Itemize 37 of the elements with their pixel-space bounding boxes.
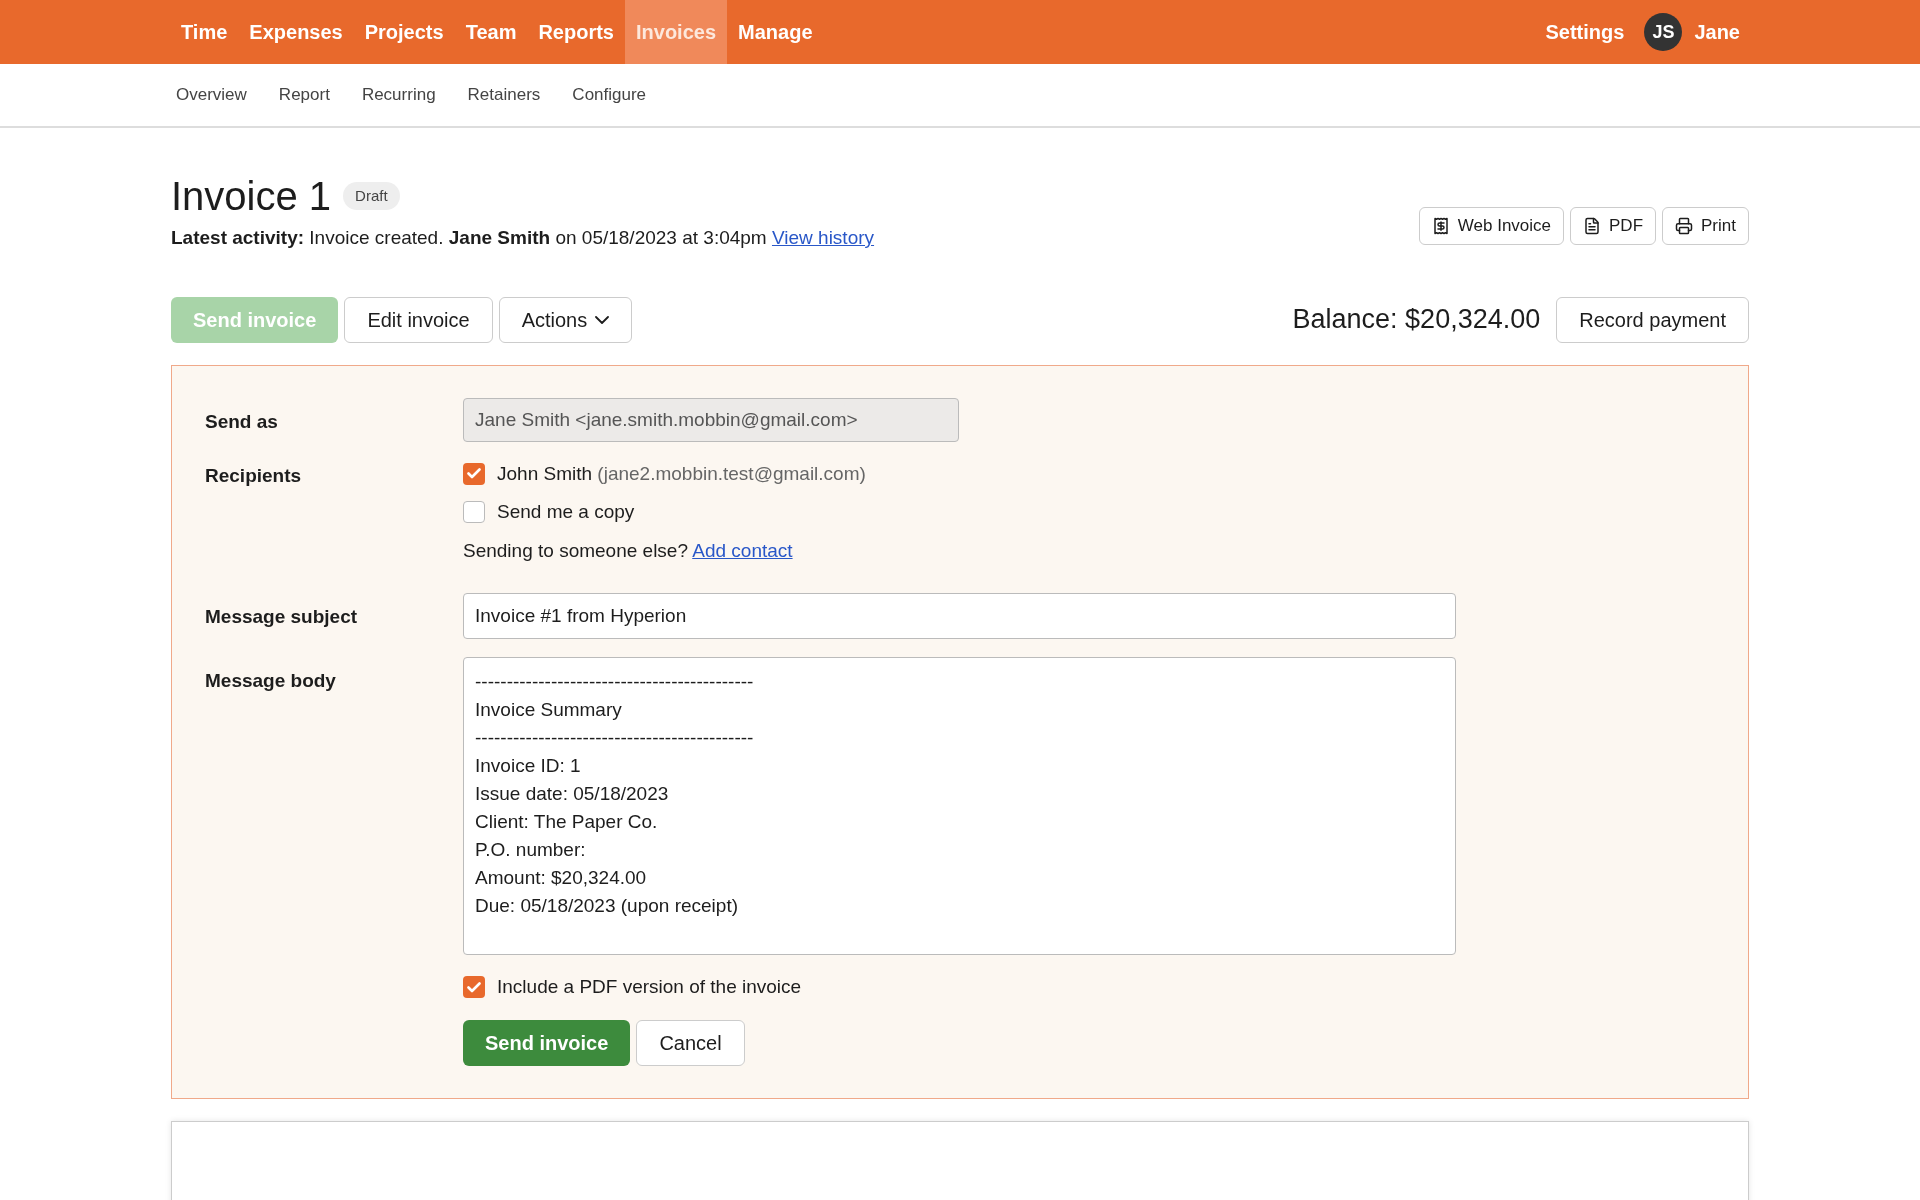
recipient-label: John Smith (jane2.mobbin.test@gmail.com) [497, 461, 866, 486]
subnav-link[interactable]: Overview [176, 82, 247, 108]
subnav-link[interactable]: Report [278, 82, 330, 108]
latest-activity-text: Latest activity: Invoice created. Jane Smith on 05/18/2023 at 3:04pm View history [171, 226, 875, 250]
include-pdf-label: Include a PDF version of the invoice [497, 975, 802, 999]
edit-invoice-button[interactable]: Edit invoice [344, 296, 493, 343]
record-payment-button[interactable]: Record payment [1556, 296, 1749, 343]
balance-text: Balance: $20,324.00 [1292, 303, 1541, 337]
subject-field[interactable]: Invoice #1 from Hyperion [463, 593, 1456, 639]
recipient-label: Send me a copy [497, 500, 635, 524]
check-icon [467, 981, 481, 993]
subnav-link[interactable]: Configure [572, 82, 647, 108]
send-invoice-button[interactable]: Send invoice [463, 1019, 631, 1066]
chevron-icon [595, 315, 610, 324]
add-contact-text: Sending to someone else? Add contact [463, 538, 794, 563]
actions-dropdown[interactable]: Actions [498, 296, 633, 343]
draft-badge: Draft [343, 181, 400, 211]
invoice-title: Invoice 1 [171, 173, 332, 220]
avatar[interactable]: JS [1644, 13, 1683, 51]
cancel-button[interactable]: Cancel [636, 1019, 745, 1066]
checkbox[interactable] [463, 462, 485, 485]
check-icon [467, 468, 481, 480]
checkbox[interactable] [463, 501, 485, 524]
send-as-field[interactable]: Jane Smith <jane.smith.mobbin@gmail.com> [463, 397, 959, 442]
subnav-link[interactable]: Recurring [361, 82, 436, 108]
message-body-field[interactable]: -------------------------------------------- Invoice Summary -------------------------------------------- Invoice ID: 1 Issue date: 05/18/2023 Client: The Paper Co. P.O. number: Amount: $20,324.00 Due: 05/18/2023 (upon receipt) [463, 657, 1456, 955]
field-label: Send as [205, 409, 279, 434]
toolbar-button[interactable]: Web Invoice [1418, 206, 1565, 245]
toolbar-button[interactable]: PDF [1570, 206, 1657, 245]
add-contact-link[interactable]: Add contact [692, 539, 793, 561]
checkbox[interactable] [463, 976, 485, 999]
field-label: Message subject [205, 605, 359, 629]
field-label: Recipients [205, 463, 303, 488]
subnav-link[interactable]: Retainers [467, 82, 541, 108]
view-history-link[interactable]: View history [771, 227, 875, 248]
field-label: Message body [205, 669, 337, 693]
toolbar-button[interactable]: Print [1662, 206, 1749, 245]
